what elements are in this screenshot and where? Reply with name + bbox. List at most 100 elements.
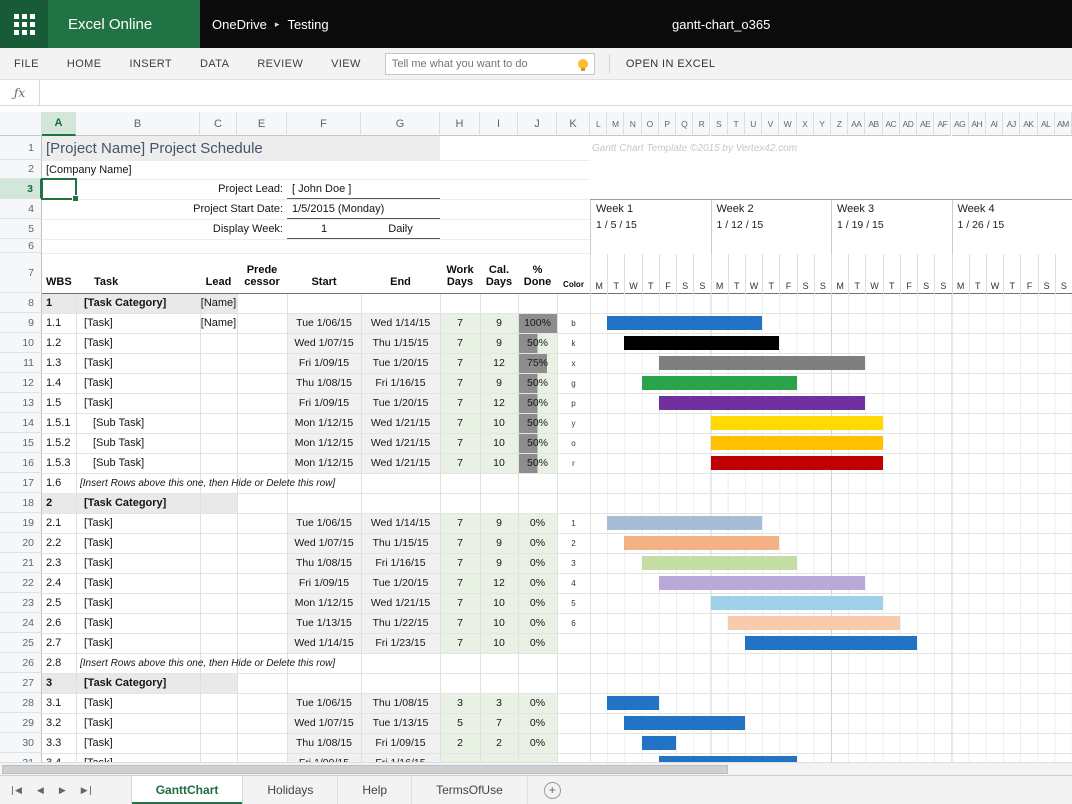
table-header-task[interactable]: Task	[76, 253, 200, 293]
column-header-V[interactable]: V	[762, 112, 779, 136]
cell-G22[interactable]: Tue 1/20/15	[361, 573, 440, 593]
selected-cell-A3[interactable]	[41, 178, 77, 200]
column-header-P[interactable]: P	[659, 112, 676, 136]
last-sheet-button[interactable]: ▶	[81, 786, 91, 795]
table-header-end[interactable]: End	[361, 253, 440, 293]
cell-F14[interactable]: Mon 1/12/15	[287, 413, 361, 433]
week-group-4[interactable]: Week 41 / 26 / 15	[952, 200, 1072, 254]
cell-H22[interactable]: 7	[440, 573, 480, 593]
table-header-pct[interactable]: %Done	[518, 253, 557, 293]
column-header-Q[interactable]: Q	[676, 112, 693, 136]
cell-G13[interactable]: Tue 1/20/15	[361, 393, 440, 413]
cell-H31[interactable]	[440, 753, 480, 762]
cell-I22[interactable]: 12	[480, 573, 518, 593]
cell-J30[interactable]: 0%	[518, 733, 557, 753]
cell-K24[interactable]: 6	[557, 613, 590, 633]
select-all-corner[interactable]	[0, 112, 42, 136]
cell-K9[interactable]: b	[557, 313, 590, 333]
day-header-cell[interactable]: M	[952, 254, 969, 294]
cell-H20[interactable]: 7	[440, 533, 480, 553]
cell-A31[interactable]: 3.4	[46, 753, 76, 762]
column-header-Z[interactable]: Z	[831, 112, 848, 136]
cell-G23[interactable]: Wed 1/21/15	[361, 593, 440, 613]
cell-A9[interactable]: 1.1	[46, 313, 76, 333]
column-header-AJ[interactable]: AJ	[1003, 112, 1020, 136]
column-header-AK[interactable]: AK	[1020, 112, 1037, 136]
column-header-AH[interactable]: AH	[969, 112, 986, 136]
tab-data[interactable]: DATA	[186, 48, 243, 79]
cell-H11[interactable]: 7	[440, 353, 480, 373]
cell-H25[interactable]: 7	[440, 633, 480, 653]
cell-J25[interactable]: 0%	[518, 633, 557, 653]
cell-B21[interactable]: [Task]	[84, 553, 200, 573]
row-header-16[interactable]: 16	[0, 453, 42, 473]
cell-A25[interactable]: 2.7	[46, 633, 76, 653]
row-header-8[interactable]: 8	[0, 293, 42, 313]
formula-input[interactable]	[40, 80, 1072, 105]
cell-A16[interactable]: 1.5.3	[46, 453, 76, 473]
cell-B11[interactable]: [Task]	[84, 353, 200, 373]
cell-B29[interactable]: [Task]	[84, 713, 200, 733]
cell-I31[interactable]	[480, 753, 518, 762]
row-header-21[interactable]: 21	[0, 553, 42, 573]
cell-F21[interactable]: Thu 1/08/15	[287, 553, 361, 573]
row-header-4[interactable]: 4	[0, 199, 42, 219]
company-name[interactable]: [Company Name]	[46, 160, 286, 179]
column-header-AI[interactable]: AI	[986, 112, 1003, 136]
cell-A22[interactable]: 2.4	[46, 573, 76, 593]
cell-A20[interactable]: 2.2	[46, 533, 76, 553]
row-header-11[interactable]: 11	[0, 353, 42, 373]
cell-K16[interactable]: r	[557, 453, 590, 473]
column-header-AC[interactable]: AC	[883, 112, 900, 136]
cell-J21[interactable]: 0%	[518, 553, 557, 573]
cell-I11[interactable]: 12	[480, 353, 518, 373]
day-header-cell[interactable]: M	[711, 254, 728, 294]
cell-K15[interactable]: o	[557, 433, 590, 453]
row-header-6[interactable]: 6	[0, 239, 42, 253]
tab-insert[interactable]: INSERT	[115, 48, 186, 79]
fx-button[interactable]: ƒx	[0, 80, 40, 105]
cell-F22[interactable]: Fri 1/09/15	[287, 573, 361, 593]
cell-A10[interactable]: 1.2	[46, 333, 76, 353]
day-header-cell[interactable]: S	[917, 254, 934, 294]
cell-A29[interactable]: 3.2	[46, 713, 76, 733]
cell-K14[interactable]: y	[557, 413, 590, 433]
row-header-23[interactable]: 23	[0, 593, 42, 613]
cell-J15[interactable]: 50%	[518, 433, 557, 453]
cell-B8[interactable]: [Task Category]	[84, 293, 200, 313]
cell-A19[interactable]: 2.1	[46, 513, 76, 533]
day-header-cell[interactable]: T	[1003, 254, 1020, 294]
cell-A12[interactable]: 1.4	[46, 373, 76, 393]
cell-H28[interactable]: 3	[440, 693, 480, 713]
cell-K11[interactable]: x	[557, 353, 590, 373]
week-group-3[interactable]: Week 31 / 19 / 15	[831, 200, 952, 254]
cell-I24[interactable]: 10	[480, 613, 518, 633]
cell-K23[interactable]: 5	[557, 593, 590, 613]
cell-J23[interactable]: 0%	[518, 593, 557, 613]
column-header-C[interactable]: C	[200, 112, 237, 136]
cell-A26[interactable]: 2.8	[46, 653, 76, 673]
column-header-E[interactable]: E	[237, 112, 287, 136]
cell-C8[interactable]: [Name]	[200, 293, 237, 313]
day-header-cell[interactable]: W	[745, 254, 762, 294]
column-header-AE[interactable]: AE	[917, 112, 934, 136]
cell-G25[interactable]: Fri 1/23/15	[361, 633, 440, 653]
row-header-30[interactable]: 30	[0, 733, 42, 753]
cell-G24[interactable]: Thu 1/22/15	[361, 613, 440, 633]
cell-I12[interactable]: 9	[480, 373, 518, 393]
column-header-T[interactable]: T	[728, 112, 745, 136]
column-header-X[interactable]: X	[797, 112, 814, 136]
cell-G12[interactable]: Fri 1/16/15	[361, 373, 440, 393]
cell-B13[interactable]: [Task]	[84, 393, 200, 413]
cell-G29[interactable]: Tue 1/13/15	[361, 713, 440, 733]
cell-G15[interactable]: Wed 1/21/15	[361, 433, 440, 453]
sheet-title[interactable]: [Project Name] Project Schedule	[46, 136, 438, 160]
cell-I30[interactable]: 2	[480, 733, 518, 753]
cell-I25[interactable]: 10	[480, 633, 518, 653]
add-sheet-button[interactable]: +	[544, 782, 561, 799]
sheet-tab-holidays[interactable]: Holidays	[243, 776, 338, 804]
cell-J10[interactable]: 50%	[518, 333, 557, 353]
cell-J16[interactable]: 50%	[518, 453, 557, 473]
cell-B22[interactable]: [Task]	[84, 573, 200, 593]
day-header-cell[interactable]: F	[779, 254, 796, 294]
